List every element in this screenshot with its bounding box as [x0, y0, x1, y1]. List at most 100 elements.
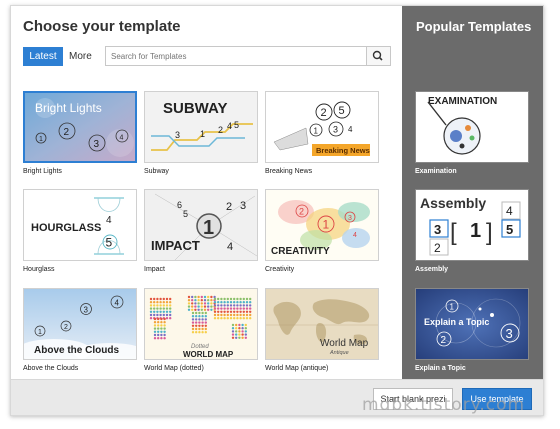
map-dot [160, 327, 163, 330]
map-dot [220, 310, 223, 313]
map-dot [242, 317, 245, 320]
map-dot [239, 304, 242, 307]
map-dot [207, 308, 210, 311]
svg-text:3: 3 [348, 215, 352, 222]
svg-text:4: 4 [353, 232, 357, 239]
map-dot [226, 301, 229, 304]
svg-text:1: 1 [323, 218, 330, 232]
map-dot [159, 297, 162, 301]
map-dot [160, 337, 163, 340]
map-dot [197, 305, 200, 308]
map-dot [213, 295, 216, 299]
map-dot [191, 331, 195, 334]
map-dot [203, 299, 207, 302]
svg-text:3: 3 [84, 306, 89, 315]
svg-text:4: 4 [227, 121, 232, 131]
svg-text:3: 3 [506, 326, 513, 341]
svg-text:3: 3 [240, 200, 246, 212]
map-dot [245, 297, 249, 301]
thumb-title: Bright Lights [35, 101, 102, 115]
svg-text:Above the Clouds: Above the Clouds [34, 345, 119, 356]
map-dot [204, 315, 207, 318]
tab-latest[interactable]: Latest [23, 47, 63, 66]
map-dot [195, 311, 198, 315]
search-icon [372, 50, 383, 61]
map-dot [197, 302, 200, 305]
svg-text:1: 1 [203, 217, 214, 239]
svg-text:2: 2 [299, 207, 304, 217]
map-dot [159, 310, 162, 313]
map-dot [226, 317, 229, 320]
map-dot [233, 310, 236, 313]
map-dot [238, 336, 241, 339]
map-dot [163, 324, 166, 327]
map-dot [149, 304, 153, 307]
search-button[interactable] [367, 46, 391, 66]
map-dot [165, 310, 169, 313]
map-dot [201, 311, 204, 315]
map-dot [239, 301, 242, 304]
map-dot [153, 337, 157, 340]
map-dot [235, 327, 238, 330]
template-thumbnail: HOURGLASS 4 5 [23, 189, 137, 261]
map-dot [229, 307, 233, 310]
map-dot [223, 310, 226, 313]
map-dot [198, 327, 201, 331]
map-dot [213, 304, 217, 307]
map-dot [244, 323, 247, 327]
svg-text:2: 2 [64, 127, 70, 138]
svg-text:2: 2 [434, 241, 441, 255]
map-dot [153, 333, 157, 337]
map-dot [201, 315, 204, 318]
svg-text:HOURGLASS: HOURGLASS [31, 222, 101, 234]
tab-more[interactable]: More [69, 47, 92, 66]
map-dot [239, 307, 242, 310]
popular-templates-title: Popular Templates [416, 19, 532, 34]
map-dot [160, 321, 163, 324]
svg-text:2: 2 [226, 201, 232, 213]
map-dot [194, 299, 197, 302]
map-dot [203, 302, 207, 305]
map-dot [235, 330, 238, 333]
map-dot [200, 295, 203, 299]
map-dot [157, 330, 160, 333]
map-dot [194, 308, 197, 311]
map-dot [233, 304, 236, 307]
assembly-bracket-right: ] [486, 219, 493, 246]
map-dot [162, 304, 165, 307]
svg-text:Assembly: Assembly [420, 195, 486, 211]
map-dot [198, 324, 201, 327]
map-dot [226, 313, 229, 317]
map-dot [162, 313, 165, 317]
template-caption: World Map (antique) [265, 365, 329, 372]
svg-text:1: 1 [38, 329, 42, 336]
map-dot [210, 305, 213, 308]
search-input[interactable] [105, 46, 367, 66]
map-dot [242, 301, 245, 304]
svg-text:World Map: World Map [320, 338, 369, 349]
map-dot [156, 304, 159, 307]
template-caption: Subway [144, 168, 169, 175]
map-dot [229, 304, 233, 307]
map-dot [236, 310, 239, 313]
map-dot [229, 297, 233, 301]
template-thumbnail: 1 2 3 4 5 6 IMPACT [144, 189, 258, 261]
template-thumbnail: Explain a Topic 1 2 3 [415, 288, 529, 360]
map-dot [236, 307, 239, 310]
map-dot [169, 313, 172, 317]
map-dot [245, 307, 249, 310]
map-dot [156, 301, 159, 304]
map-dot [153, 313, 156, 317]
assembly-bracket-left: [ [450, 219, 457, 246]
svg-text:5: 5 [106, 236, 113, 250]
template-caption: Hourglass [23, 266, 55, 273]
map-dot [191, 302, 194, 305]
map-dot [191, 311, 195, 315]
svg-text:EXAMINATION: EXAMINATION [428, 96, 497, 107]
map-dot [203, 308, 207, 311]
map-dot [197, 295, 200, 299]
template-caption: Above the Clouds [23, 365, 79, 372]
map-dot [165, 301, 169, 304]
map-dot [153, 321, 157, 324]
template-thumbnail: 2 1 3 4 CREATIVITY [265, 189, 379, 261]
